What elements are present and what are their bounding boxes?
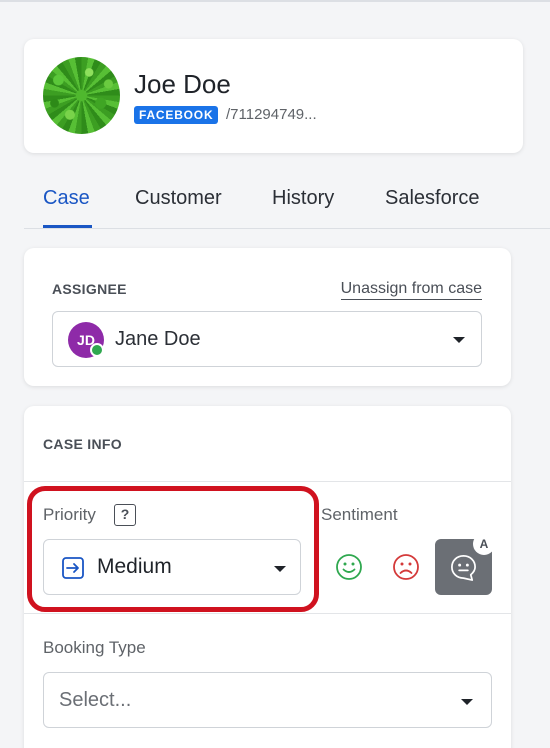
priority-dropdown[interactable]: Medium	[43, 539, 301, 595]
booking-type-dropdown[interactable]: Select...	[43, 672, 492, 728]
top-divider	[0, 0, 550, 2]
sentiment-label: Sentiment	[321, 505, 398, 524]
chevron-down-icon	[274, 566, 286, 572]
case-info-card: CASE INFO Priority ? Medium Sentiment A	[24, 406, 511, 748]
unassign-link[interactable]: Unassign from case	[340, 279, 482, 300]
assignee-card: ASSIGNEE Unassign from case JD Jane Doe	[24, 248, 511, 386]
priority-label: Priority	[43, 505, 96, 524]
negative-sentiment-icon[interactable]	[391, 552, 421, 582]
help-icon[interactable]: ?	[114, 504, 136, 526]
customer-id: /711294749...	[226, 106, 317, 123]
neutral-sentiment-icon	[451, 555, 476, 581]
auto-badge: A	[473, 533, 495, 555]
online-status-icon	[90, 343, 104, 357]
channel-badge: FACEBOOK	[134, 106, 219, 124]
customer-profile-card: Joe Doe FACEBOOK /711294749...	[24, 39, 523, 153]
positive-sentiment-icon[interactable]	[334, 552, 364, 582]
divider	[24, 613, 511, 614]
priority-medium-icon	[62, 557, 84, 579]
assignee-heading: ASSIGNEE	[52, 281, 127, 297]
tab-bar: Case Customer History Salesforce	[24, 180, 550, 229]
priority-value: Medium	[97, 555, 172, 578]
assignee-dropdown[interactable]: JD Jane Doe	[52, 311, 482, 367]
customer-name: Joe Doe	[134, 69, 231, 99]
active-tab-indicator	[43, 225, 92, 228]
chevron-down-icon	[453, 337, 465, 343]
divider	[24, 481, 511, 482]
tab-salesforce[interactable]: Salesforce	[385, 187, 480, 210]
booking-type-label: Booking Type	[43, 638, 146, 657]
tab-history[interactable]: History	[272, 187, 334, 210]
chevron-down-icon	[461, 699, 473, 705]
booking-type-placeholder: Select...	[59, 689, 132, 711]
case-info-heading: CASE INFO	[43, 436, 122, 452]
tab-customer[interactable]: Customer	[135, 187, 222, 210]
tab-case[interactable]: Case	[43, 187, 90, 210]
customer-avatar	[43, 57, 120, 134]
auto-sentiment-button[interactable]: A	[435, 533, 495, 595]
assignee-name: Jane Doe	[115, 328, 201, 350]
